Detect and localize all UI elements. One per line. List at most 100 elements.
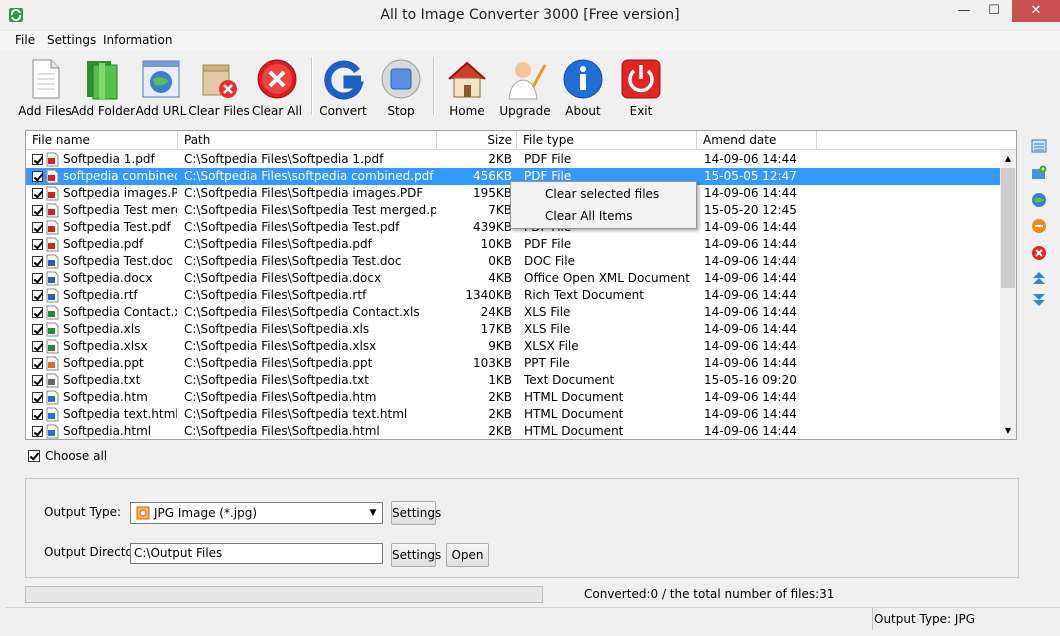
cell-file-name: Softpedia Test.doc	[63, 254, 173, 268]
cell-file-name: Softpedia text.html	[63, 407, 177, 421]
cell-file-type: HTML Document	[524, 424, 624, 438]
column-header-size[interactable]: Size	[437, 131, 517, 150]
stop-button[interactable]: Stop	[371, 55, 431, 121]
title-bar: All to Image Converter 3000 [Free versio…	[0, 0, 1060, 31]
cell-size: 2KB	[488, 152, 512, 166]
close-button[interactable]: ✕	[1012, 0, 1060, 22]
dropdown-arrow-icon[interactable]: ▼	[365, 504, 381, 522]
row-checkbox[interactable]	[32, 222, 43, 233]
list-view-icon[interactable]	[1031, 138, 1047, 154]
cell-file-type: XLSX File	[524, 339, 579, 353]
remove-icon[interactable]	[1031, 218, 1047, 234]
menu-file[interactable]: File	[15, 33, 35, 47]
row-checkbox[interactable]	[32, 358, 43, 369]
scroll-down-arrow-icon[interactable]: ▼	[1000, 422, 1016, 439]
globe-window-icon	[142, 60, 180, 98]
cell-amend-date: 14-09-06 14:44	[704, 220, 797, 234]
choose-all-checkbox[interactable]	[28, 450, 40, 462]
cell-amend-date: 14-09-06 14:44	[704, 288, 797, 302]
table-row[interactable]: Softpedia Test.doc C:\Softpedia Files\Sof…	[26, 253, 1000, 270]
exit-button[interactable]: Exit	[611, 55, 671, 121]
status-output-type: Output Type: JPG	[874, 612, 975, 626]
cell-size: 4KB	[488, 271, 512, 285]
table-row[interactable]: Softpedia.xls C:\Softpedia Files\Softpedi…	[26, 321, 1000, 338]
html-icon	[46, 407, 59, 422]
row-checkbox[interactable]	[32, 273, 43, 284]
scrollbar-thumb[interactable]	[1001, 168, 1015, 288]
move-down-icon[interactable]	[1031, 292, 1047, 308]
output-type-select[interactable]: JPG Image (*.jpg) ▼	[130, 502, 383, 524]
pdf-icon	[46, 169, 59, 184]
output-directory-settings-button[interactable]: Settings	[391, 543, 441, 567]
pdf-icon	[46, 220, 59, 235]
column-header-amend-date[interactable]: Amend date	[697, 131, 817, 150]
clear-all-button[interactable]: Clear All	[247, 55, 307, 121]
column-header-file-type[interactable]: File type	[517, 131, 697, 150]
cell-size: 195KB	[472, 186, 512, 200]
image-file-icon	[136, 506, 150, 520]
row-checkbox[interactable]	[32, 290, 43, 301]
cell-path: C:\Softpedia Files\Softpedia.pdf	[184, 237, 372, 251]
table-row[interactable]: Softpedia.htm C:\Softpedia Files\Softpedi…	[26, 389, 1000, 406]
open-button[interactable]: Open	[446, 543, 489, 567]
move-up-icon[interactable]	[1031, 270, 1047, 286]
excel-icon	[46, 339, 59, 354]
table-row[interactable]: Softpedia.xlsx C:\Softpedia Files\Softped…	[26, 338, 1000, 355]
minimize-button[interactable]: —	[950, 0, 978, 22]
add-folder-icon[interactable]	[1031, 165, 1047, 181]
cell-path: C:\Softpedia Files\Softpedia Test.doc	[184, 254, 402, 268]
column-header-file-name[interactable]: File name	[26, 131, 178, 150]
menu-information[interactable]: Information	[103, 33, 172, 47]
menu-settings[interactable]: Settings	[47, 33, 96, 47]
table-row[interactable]: Softpedia.rtf C:\Softpedia Files\Softpedi…	[26, 287, 1000, 304]
vertical-scrollbar[interactable]: ▲ ▼	[1000, 150, 1016, 439]
table-row[interactable]: Softpedia Contact.xls C:\Softpedia Files\…	[26, 304, 1000, 321]
row-checkbox[interactable]	[32, 392, 43, 403]
row-checkbox[interactable]	[32, 324, 43, 335]
row-checkbox[interactable]	[32, 426, 43, 437]
context-menu: Clear selected files Clear All Items	[510, 181, 697, 229]
file-list-header: File name Path Size File type Amend date	[26, 131, 1016, 150]
pdf-icon	[46, 203, 59, 218]
window-title: All to Image Converter 3000 [Free versio…	[380, 7, 680, 23]
table-row[interactable]: Softpedia.docx C:\Softpedia Files\Softped…	[26, 270, 1000, 287]
row-checkbox[interactable]	[32, 341, 43, 352]
clear-icon[interactable]	[1031, 245, 1047, 261]
row-checkbox[interactable]	[32, 256, 43, 267]
cell-size: 439KB	[472, 220, 512, 234]
row-checkbox[interactable]	[32, 205, 43, 216]
cell-amend-date: 14-09-06 14:44	[704, 356, 797, 370]
table-row[interactable]: Softpedia 1.pdf C:\Softpedia Files\Softpe…	[26, 151, 1000, 168]
table-row[interactable]: Softpedia.pdf C:\Softpedia Files\Softpedi…	[26, 236, 1000, 253]
row-checkbox[interactable]	[32, 239, 43, 250]
output-directory-input[interactable]: C:\Output Files	[130, 543, 383, 564]
cell-file-type: PDF File	[524, 237, 572, 251]
cell-amend-date: 14-09-06 14:44	[704, 339, 797, 353]
row-checkbox[interactable]	[32, 188, 43, 199]
globe-icon[interactable]	[1031, 192, 1047, 208]
table-row[interactable]: Softpedia.ppt C:\Softpedia Files\Softpedi…	[26, 355, 1000, 372]
row-checkbox[interactable]	[32, 154, 43, 165]
context-clear-selected-files[interactable]: Clear selected files	[545, 187, 659, 201]
table-row[interactable]: Softpedia text.html C:\Softpedia Files\So…	[26, 406, 1000, 423]
maximize-button[interactable]: ☐	[980, 0, 1008, 22]
file-list[interactable]: File name Path Size File type Amend date…	[25, 130, 1017, 440]
clear-files-icon	[202, 64, 237, 98]
context-clear-all-items[interactable]: Clear All Items	[545, 209, 632, 223]
output-type-label: Output Type:	[44, 505, 122, 519]
cell-amend-date: 14-09-06 14:44	[704, 407, 797, 421]
cell-file-type: Rich Text Document	[524, 288, 644, 302]
output-type-settings-button[interactable]: Settings	[391, 501, 441, 525]
row-checkbox[interactable]	[32, 307, 43, 318]
scroll-up-arrow-icon[interactable]: ▲	[1000, 150, 1016, 167]
cell-file-name: Softpedia Test.pdf	[63, 220, 171, 234]
row-checkbox[interactable]	[32, 409, 43, 420]
row-checkbox[interactable]	[32, 171, 43, 182]
cell-file-type: XLS File	[524, 305, 571, 319]
cell-file-name: Softpedia Contact.xls	[63, 305, 177, 319]
column-header-path[interactable]: Path	[178, 131, 437, 150]
cell-file-name: Softpedia images.PDF	[63, 186, 177, 200]
table-row[interactable]: Softpedia.html C:\Softpedia Files\Softped…	[26, 423, 1000, 440]
row-checkbox[interactable]	[32, 375, 43, 386]
table-row[interactable]: Softpedia.txt C:\Softpedia Files\Softpedi…	[26, 372, 1000, 389]
